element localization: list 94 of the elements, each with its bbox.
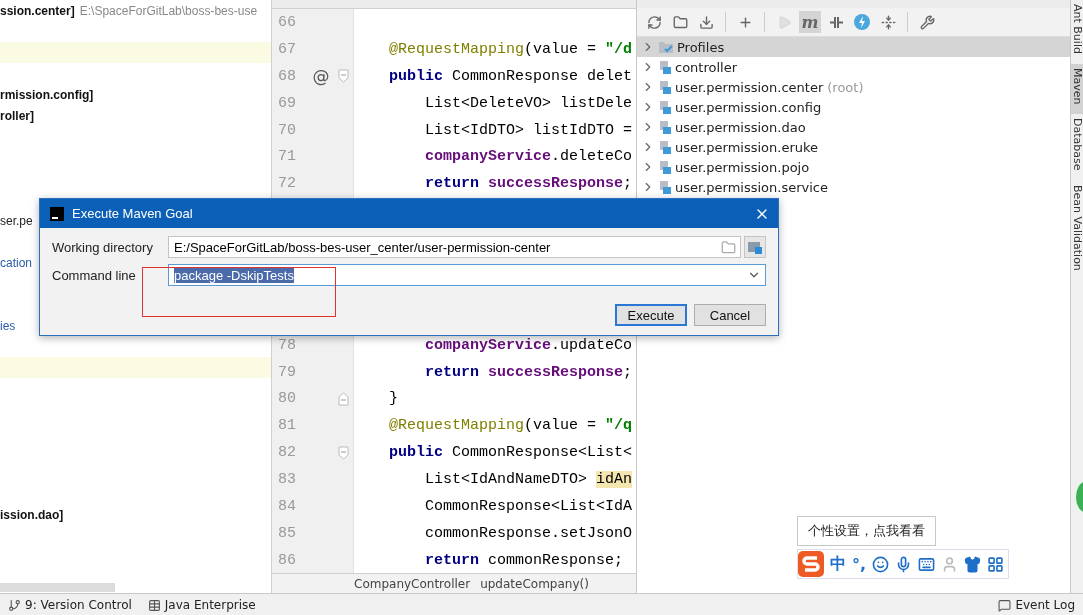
module-name: ssion.center] [0, 3, 75, 18]
output-link[interactable]: cation [0, 255, 33, 270]
breadcrumb-item[interactable]: updateCompany() [480, 576, 589, 591]
browse-button[interactable] [744, 236, 766, 258]
app-logo [50, 206, 64, 221]
line-number: 83 [278, 471, 297, 489]
profiles-icon [659, 40, 673, 54]
module-icon [659, 80, 671, 94]
module-name: ission.dao] [0, 507, 64, 522]
dialog-button[interactable]: Cancel [694, 304, 766, 326]
code-line: @RequestMapping(value = "/d [388, 40, 633, 58]
code-line: companyService.deleteCo [424, 148, 633, 166]
dialog-button[interactable]: Execute [615, 304, 687, 326]
tree-item[interactable]: user.permission.dao [637, 117, 1070, 137]
module-icon [748, 240, 762, 254]
collapse-icon [880, 14, 896, 30]
grid-icon[interactable] [987, 555, 1005, 573]
refresh-icon [646, 14, 662, 30]
table-icon [147, 598, 161, 612]
tree-item[interactable]: user.permission.pojo [637, 157, 1070, 177]
module-name: roller] [0, 108, 34, 123]
code-line: public CommonResponse<List< [388, 444, 633, 462]
line-number: 79 [278, 363, 297, 381]
line-number: 81 [278, 417, 297, 435]
tree-item[interactable]: user.permission.config [637, 97, 1070, 117]
code-line: companyService.updateCo [424, 336, 633, 354]
folder-icon [672, 14, 688, 30]
code-line: @RequestMapping(value = "/q [388, 417, 633, 435]
module-icon [659, 120, 671, 134]
output-link[interactable]: ies [0, 318, 16, 333]
field-label: Working directory [52, 239, 154, 255]
input-method-logo[interactable] [798, 551, 824, 577]
tree-item[interactable]: user.permission.center (root) [637, 77, 1070, 97]
line-number: 85 [278, 524, 297, 542]
shirt-icon[interactable] [964, 555, 982, 573]
play-icon [776, 14, 792, 30]
code-line: List<IdAndNameDTO> idAn [424, 471, 633, 489]
line-number: 78 [278, 336, 297, 354]
module-icon [659, 140, 671, 154]
code-line: return commonResponse; [424, 551, 624, 569]
module-icon [659, 160, 671, 174]
line-number: 86 [278, 551, 297, 569]
line-number: 82 [278, 444, 297, 462]
code-line: CommonResponse<List<IdA [424, 498, 633, 515]
line-number: 70 [278, 121, 297, 139]
keyboard-icon[interactable] [918, 555, 936, 573]
module-name: rmission.config] [0, 87, 94, 102]
code-line: return successResponse; [424, 175, 633, 193]
scrollbar[interactable] [0, 583, 115, 592]
toggle-icon [828, 14, 844, 30]
line-number: 69 [278, 94, 297, 112]
lightning-icon [854, 14, 870, 30]
tree-item[interactable]: Profiles [637, 37, 1070, 57]
download-icon [698, 14, 714, 30]
module-path: E:\SpaceForGitLab\boss-bes-use [79, 3, 258, 18]
combo-box[interactable]: package -DskipTests [168, 264, 766, 286]
module-icon [659, 100, 671, 114]
tree-item[interactable]: user.permission.service [637, 177, 1070, 197]
status-bar-button[interactable]: Event Log [990, 598, 1083, 612]
line-number: 68 [278, 67, 297, 85]
tooltip: 个性设置，点我看看 [797, 516, 936, 546]
line-number: 67 [278, 40, 297, 58]
plus-icon [737, 14, 753, 30]
input-mode-toggle[interactable]: °, [852, 554, 867, 574]
code-line: List<IdDTO> listIdDTO = [424, 121, 633, 139]
code-line: } [388, 390, 398, 408]
smiley-icon[interactable] [872, 555, 890, 573]
line-number: 80 [278, 390, 297, 408]
tree-item[interactable]: controller [637, 57, 1070, 77]
settings-icon [919, 14, 935, 30]
line-number: 84 [278, 498, 297, 515]
branch-icon [8, 598, 21, 612]
breadcrumb-item[interactable]: CompanyController [354, 576, 471, 591]
line-number: 66 [278, 13, 297, 31]
execute-goal-button[interactable]: m [799, 11, 821, 33]
output-text: ser.pe [0, 213, 33, 228]
code-line: List<DeleteVO> listDele [424, 94, 633, 112]
module-icon [659, 180, 671, 194]
line-number: 71 [278, 148, 297, 166]
code-line: return successResponse; [424, 363, 633, 381]
status-bar-button[interactable]: 9: Version Control [0, 598, 140, 612]
status-bar-button[interactable]: Java Enterprise [139, 598, 264, 612]
dialog-title: Execute Maven Goal [72, 206, 194, 221]
input-field[interactable]: E:/SpaceForGitLab/boss-bes-user_center/user-permission-center [168, 236, 741, 258]
toolbar-button[interactable] [851, 11, 873, 33]
line-number: 72 [278, 175, 297, 193]
field-label: Command line [52, 267, 137, 283]
code-line: public CommonResponse delet [388, 67, 633, 85]
tree-item[interactable]: user.permission.eruke [637, 137, 1070, 157]
speech-bubble-icon [998, 598, 1012, 612]
input-mode-toggle[interactable]: 中 [830, 553, 846, 575]
module-icon [659, 60, 671, 74]
code-line: commonResponse.setJsonO [424, 524, 633, 542]
annotation-marker[interactable]: @ [308, 66, 334, 87]
